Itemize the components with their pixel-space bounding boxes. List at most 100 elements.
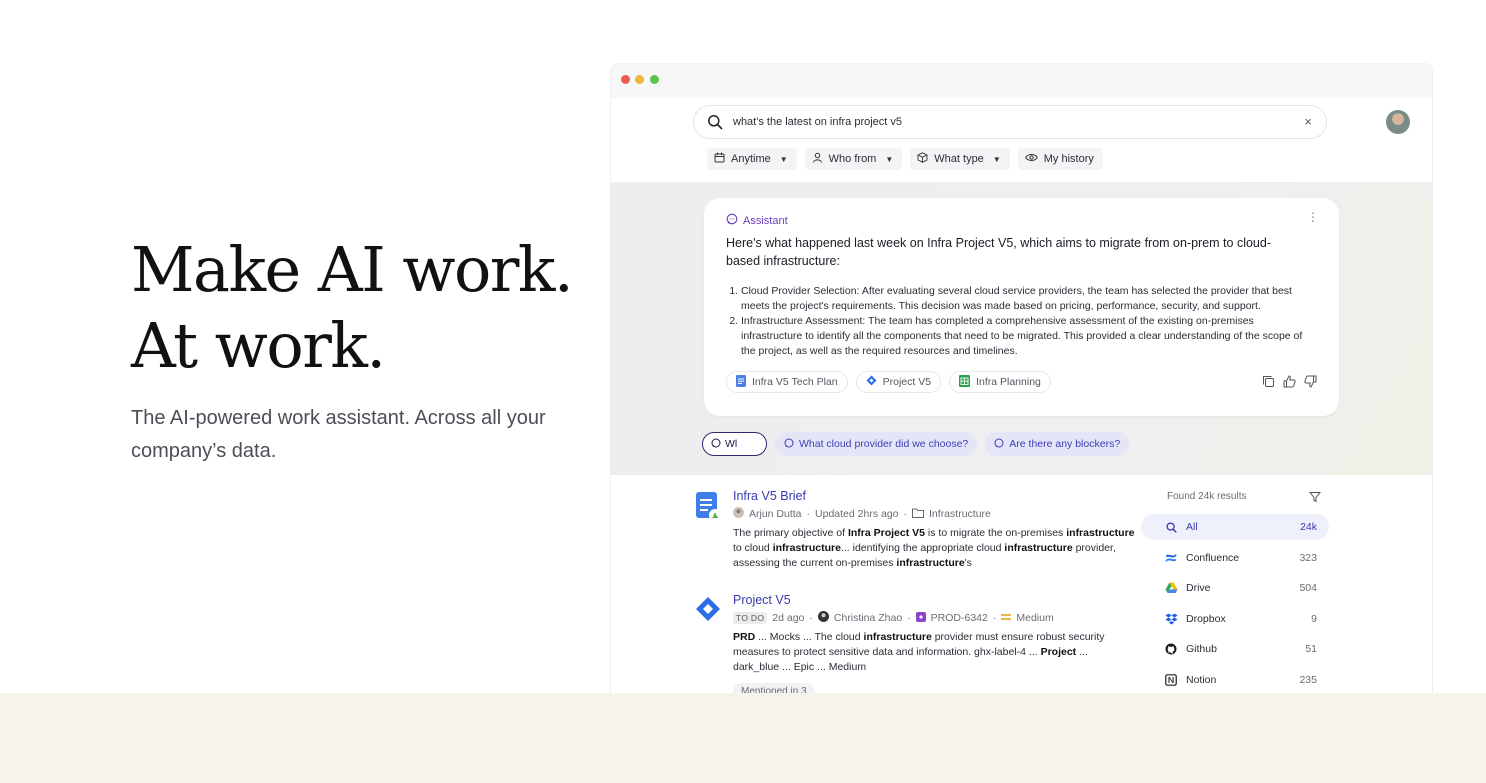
assistant-point: Infrastructure Assessment: The team has … [741, 314, 1316, 359]
search-bar[interactable]: what's the latest on infra project v5 × [693, 105, 1327, 139]
suggestion-label: What cloud provider did we choose? [799, 438, 969, 450]
suggestion-blockers[interactable]: Are there any blockers? [985, 432, 1130, 456]
more-options-icon[interactable]: ⋮ [1307, 210, 1319, 224]
sheet-icon [959, 374, 971, 390]
result-author: Christina Zhao [833, 612, 903, 624]
app-window: what's the latest on infra project v5 × … [611, 64, 1432, 693]
facet-label: Github [1186, 643, 1217, 655]
facet-count: 504 [1299, 582, 1317, 594]
status-badge: TO DO [733, 612, 768, 624]
facet-count: 9 [1311, 612, 1317, 625]
source-chip-infra-planning[interactable]: Infra Planning [949, 371, 1051, 393]
filter-who-from[interactable]: Who from ▼ [804, 148, 903, 170]
chat-bubble-icon [994, 437, 1004, 451]
headline-line-1: Make AI work. [131, 233, 574, 306]
result-updated: Updated 2hrs ago [815, 508, 899, 520]
result-item[interactable]: Infra V5 Brief Arjun Dutta · Updated 2hr… [695, 489, 1135, 571]
author-avatar [733, 507, 744, 521]
search-icon [707, 114, 723, 135]
thumbs-up-icon[interactable] [1283, 375, 1296, 393]
result-priority: Medium [1016, 612, 1054, 624]
jira-icon [866, 375, 877, 389]
drive-icon [1164, 582, 1178, 594]
thumbs-down-icon[interactable] [1304, 375, 1317, 393]
doc-icon [695, 492, 721, 527]
search-results: Infra V5 Brief Arjun Dutta · Updated 2hr… [695, 489, 1135, 693]
source-chips: Infra V5 Tech Plan Project V5 Infra Plan… [726, 371, 1051, 393]
facet-confluence[interactable]: Confluence 323 [1141, 545, 1329, 571]
filter-label: Anytime [731, 153, 771, 165]
result-author: Arjun Dutta [749, 508, 802, 520]
mentioned-in-chip[interactable]: Mentioned in 3 [733, 683, 815, 693]
facet-count: 24k [1300, 521, 1317, 533]
hero-subheadline: The AI-powered work assistant. Across al… [131, 407, 546, 462]
facet-drive[interactable]: Drive 504 [1141, 575, 1329, 601]
confluence-icon [1164, 552, 1178, 564]
filter-what-type[interactable]: What type ▼ [910, 148, 1010, 170]
result-title[interactable]: Project V5 [733, 593, 1135, 607]
filter-label: My history [1043, 153, 1094, 165]
result-snippet: PRD ... Mocks ... The cloud infrastructu… [733, 631, 1105, 673]
facet-all[interactable]: All 24k [1141, 514, 1329, 540]
facet-dropbox[interactable]: Dropbox 9 [1141, 606, 1329, 632]
search-input[interactable]: what's the latest on infra project v5 [733, 116, 902, 128]
results-count-row: Found 24k results [1141, 485, 1329, 506]
maximize-window-dot[interactable] [650, 75, 659, 84]
minimize-window-dot[interactable] [635, 75, 644, 84]
filter-my-history[interactable]: My history [1017, 148, 1103, 170]
hero-headline: Make AI work. At work. [131, 232, 581, 384]
result-snippet: The primary objective of Infra Project V… [733, 527, 1135, 569]
filter-funnel-icon[interactable] [1308, 491, 1322, 506]
clear-search-icon[interactable]: × [1304, 114, 1312, 129]
facet-notion[interactable]: Notion 235 [1141, 667, 1329, 693]
copy-icon[interactable] [1262, 375, 1275, 393]
author-avatar [817, 611, 829, 625]
person-icon [812, 152, 823, 166]
result-title[interactable]: Infra V5 Brief [733, 489, 1135, 503]
filter-bar: Anytime ▼ Who from ▼ What type ▼ My hist… [707, 148, 1103, 170]
followup-chips: Wl What cloud provider did we choose? Ar… [702, 432, 1130, 456]
ticket-icon [915, 611, 926, 625]
hero-section: Make AI work. At work. The AI-powered wo… [131, 232, 581, 468]
feedback-actions [1262, 375, 1317, 393]
facet-count: 323 [1299, 551, 1317, 564]
facet-label: Confluence [1186, 551, 1240, 564]
meta-separator: · [809, 612, 813, 624]
filter-anytime[interactable]: Anytime ▼ [707, 148, 797, 170]
source-label: Infra V5 Tech Plan [752, 376, 838, 388]
meta-separator: · [806, 508, 811, 520]
suggestion-label: Are there any blockers? [1009, 438, 1121, 450]
assistant-lead: Here's what happened last week on Infra … [726, 236, 1272, 268]
close-window-dot[interactable] [621, 75, 630, 84]
user-avatar[interactable] [1386, 110, 1410, 134]
assistant-area: Assistant ⋮ Here's what happened last we… [611, 182, 1432, 475]
chevron-down-icon: ▼ [885, 154, 894, 164]
folder-icon [912, 508, 925, 521]
footer-band [0, 693, 1486, 783]
source-label: Project V5 [882, 376, 932, 388]
notion-icon [1164, 673, 1178, 686]
meta-separator: · [903, 508, 908, 520]
suggestion-cloud-provider[interactable]: What cloud provider did we choose? [775, 432, 978, 456]
assistant-card: Assistant ⋮ Here's what happened last we… [704, 198, 1339, 416]
chevron-down-icon: ▼ [779, 154, 788, 164]
filter-label: Who from [828, 153, 877, 165]
facet-panel: Found 24k results All 24k Confluence 323… [1141, 485, 1329, 693]
facet-label: Drive [1186, 582, 1211, 594]
chat-bubble-icon [711, 437, 721, 451]
meta-separator: · [907, 612, 911, 624]
result-meta: TO DO 2d ago · Christina Zhao · PROD-634… [733, 611, 1135, 625]
assistant-point: Cloud Provider Selection: After evaluati… [741, 284, 1316, 314]
followup-input-value: Wl [725, 438, 738, 450]
facet-label: Dropbox [1186, 612, 1226, 625]
source-chip-project-v5[interactable]: Project V5 [855, 371, 942, 393]
facet-count: 235 [1299, 673, 1317, 686]
cube-icon [917, 152, 928, 166]
facet-github[interactable]: Github 51 [1141, 636, 1329, 662]
meta-separator: · [992, 612, 997, 624]
result-item[interactable]: Project V5 TO DO 2d ago · Christina Zhao… [695, 593, 1135, 693]
source-chip-tech-plan[interactable]: Infra V5 Tech Plan [726, 371, 848, 393]
assistant-label-text: Assistant [743, 214, 788, 227]
followup-input[interactable]: Wl [702, 432, 767, 456]
results-count: Found 24k results [1167, 491, 1247, 502]
